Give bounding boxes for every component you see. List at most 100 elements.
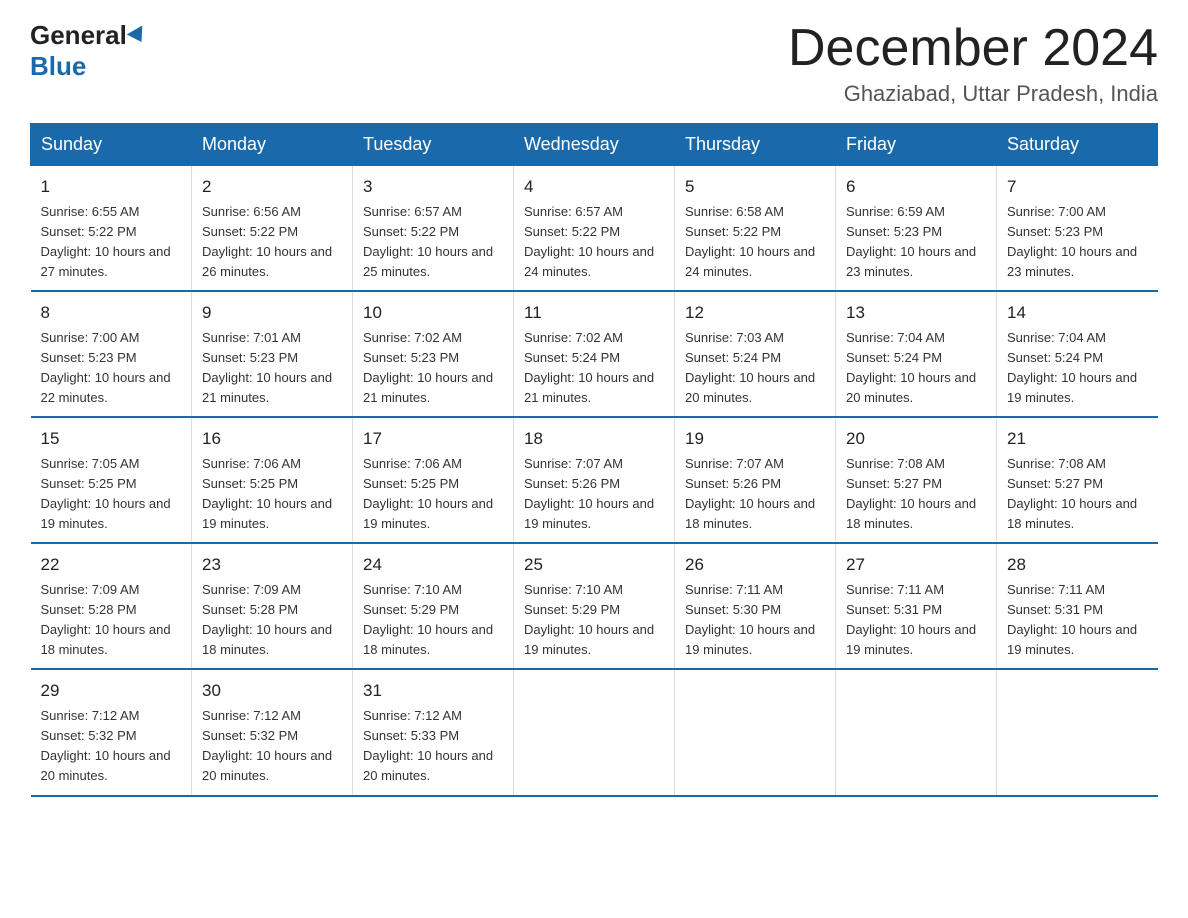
calendar-body: 1Sunrise: 6:55 AMSunset: 5:22 PMDaylight… <box>31 166 1158 796</box>
day-info: Sunrise: 6:56 AMSunset: 5:22 PMDaylight:… <box>202 204 332 279</box>
day-info: Sunrise: 7:10 AMSunset: 5:29 PMDaylight:… <box>524 582 654 657</box>
day-info: Sunrise: 6:59 AMSunset: 5:23 PMDaylight:… <box>846 204 976 279</box>
day-info: Sunrise: 6:57 AMSunset: 5:22 PMDaylight:… <box>524 204 654 279</box>
day-info: Sunrise: 7:12 AMSunset: 5:32 PMDaylight:… <box>41 708 171 783</box>
day-info: Sunrise: 7:08 AMSunset: 5:27 PMDaylight:… <box>1007 456 1137 531</box>
calendar-cell: 20 Sunrise: 7:08 AMSunset: 5:27 PMDayligh… <box>836 417 997 543</box>
day-number: 8 <box>41 300 182 326</box>
day-number: 13 <box>846 300 986 326</box>
calendar-cell: 24 Sunrise: 7:10 AMSunset: 5:29 PMDayligh… <box>353 543 514 669</box>
calendar-cell: 18Sunrise: 7:07 AMSunset: 5:26 PMDayligh… <box>514 417 675 543</box>
day-number: 27 <box>846 552 986 578</box>
day-info: Sunrise: 7:06 AMSunset: 5:25 PMDaylight:… <box>202 456 332 531</box>
day-info: Sunrise: 7:11 AMSunset: 5:30 PMDaylight:… <box>685 582 815 657</box>
week-row-4: 22 Sunrise: 7:09 AMSunset: 5:28 PMDayligh… <box>31 543 1158 669</box>
day-number: 16 <box>202 426 342 452</box>
week-row-3: 15 Sunrise: 7:05 AMSunset: 5:25 PMDayligh… <box>31 417 1158 543</box>
calendar-cell: 9 Sunrise: 7:01 AMSunset: 5:23 PMDaylight… <box>192 291 353 417</box>
calendar-cell: 25 Sunrise: 7:10 AMSunset: 5:29 PMDayligh… <box>514 543 675 669</box>
calendar-cell: 30 Sunrise: 7:12 AMSunset: 5:32 PMDayligh… <box>192 669 353 795</box>
day-number: 4 <box>524 174 664 200</box>
day-number: 9 <box>202 300 342 326</box>
day-number: 22 <box>41 552 182 578</box>
calendar-cell: 10 Sunrise: 7:02 AMSunset: 5:23 PMDayligh… <box>353 291 514 417</box>
calendar-cell: 27Sunrise: 7:11 AMSunset: 5:31 PMDayligh… <box>836 543 997 669</box>
day-number: 10 <box>363 300 503 326</box>
calendar-cell: 7Sunrise: 7:00 AMSunset: 5:23 PMDaylight… <box>997 166 1158 292</box>
day-info: Sunrise: 7:11 AMSunset: 5:31 PMDaylight:… <box>1007 582 1137 657</box>
day-number: 24 <box>363 552 503 578</box>
day-number: 28 <box>1007 552 1148 578</box>
day-info: Sunrise: 7:12 AMSunset: 5:32 PMDaylight:… <box>202 708 332 783</box>
day-number: 19 <box>685 426 825 452</box>
logo-general: General <box>30 20 127 51</box>
day-info: Sunrise: 7:00 AMSunset: 5:23 PMDaylight:… <box>41 330 171 405</box>
calendar-cell <box>514 669 675 795</box>
day-number: 23 <box>202 552 342 578</box>
calendar-cell: 11Sunrise: 7:02 AMSunset: 5:24 PMDayligh… <box>514 291 675 417</box>
logo-blue: Blue <box>30 51 86 82</box>
day-number: 30 <box>202 678 342 704</box>
calendar-cell: 13 Sunrise: 7:04 AMSunset: 5:24 PMDayligh… <box>836 291 997 417</box>
location-subtitle: Ghaziabad, Uttar Pradesh, India <box>788 81 1158 107</box>
day-info: Sunrise: 7:00 AMSunset: 5:23 PMDaylight:… <box>1007 204 1137 279</box>
calendar-cell: 23 Sunrise: 7:09 AMSunset: 5:28 PMDayligh… <box>192 543 353 669</box>
day-info: Sunrise: 7:12 AMSunset: 5:33 PMDaylight:… <box>363 708 493 783</box>
calendar-cell <box>836 669 997 795</box>
logo-triangle-icon <box>127 25 150 46</box>
day-info: Sunrise: 7:10 AMSunset: 5:29 PMDaylight:… <box>363 582 493 657</box>
calendar-cell: 21 Sunrise: 7:08 AMSunset: 5:27 PMDayligh… <box>997 417 1158 543</box>
day-info: Sunrise: 7:02 AMSunset: 5:23 PMDaylight:… <box>363 330 493 405</box>
month-title: December 2024 <box>788 20 1158 77</box>
day-info: Sunrise: 7:09 AMSunset: 5:28 PMDaylight:… <box>41 582 171 657</box>
day-number: 3 <box>363 174 503 200</box>
day-info: Sunrise: 7:01 AMSunset: 5:23 PMDaylight:… <box>202 330 332 405</box>
calendar-cell <box>675 669 836 795</box>
day-info: Sunrise: 7:05 AMSunset: 5:25 PMDaylight:… <box>41 456 171 531</box>
calendar-cell: 31 Sunrise: 7:12 AMSunset: 5:33 PMDayligh… <box>353 669 514 795</box>
day-info: Sunrise: 7:06 AMSunset: 5:25 PMDaylight:… <box>363 456 493 531</box>
day-number: 11 <box>524 300 664 326</box>
header-day-sunday: Sunday <box>31 124 192 166</box>
day-info: Sunrise: 7:08 AMSunset: 5:27 PMDaylight:… <box>846 456 976 531</box>
day-number: 29 <box>41 678 182 704</box>
week-row-5: 29 Sunrise: 7:12 AMSunset: 5:32 PMDayligh… <box>31 669 1158 795</box>
day-info: Sunrise: 7:07 AMSunset: 5:26 PMDaylight:… <box>524 456 654 531</box>
calendar-cell: 1Sunrise: 6:55 AMSunset: 5:22 PMDaylight… <box>31 166 192 292</box>
title-area: December 2024 Ghaziabad, Uttar Pradesh, … <box>788 20 1158 107</box>
calendar-cell: 16 Sunrise: 7:06 AMSunset: 5:25 PMDayligh… <box>192 417 353 543</box>
header-day-friday: Friday <box>836 124 997 166</box>
day-number: 25 <box>524 552 664 578</box>
page-header: General Blue December 2024 Ghaziabad, Ut… <box>30 20 1158 107</box>
calendar-cell: 29 Sunrise: 7:12 AMSunset: 5:32 PMDayligh… <box>31 669 192 795</box>
logo-mark: General <box>30 20 147 51</box>
header-row: SundayMondayTuesdayWednesdayThursdayFrid… <box>31 124 1158 166</box>
day-info: Sunrise: 6:57 AMSunset: 5:22 PMDaylight:… <box>363 204 493 279</box>
day-info: Sunrise: 7:04 AMSunset: 5:24 PMDaylight:… <box>1007 330 1137 405</box>
calendar-cell: 8 Sunrise: 7:00 AMSunset: 5:23 PMDaylight… <box>31 291 192 417</box>
calendar-table: SundayMondayTuesdayWednesdayThursdayFrid… <box>30 123 1158 796</box>
day-info: Sunrise: 7:04 AMSunset: 5:24 PMDaylight:… <box>846 330 976 405</box>
calendar-cell: 12Sunrise: 7:03 AMSunset: 5:24 PMDayligh… <box>675 291 836 417</box>
calendar-cell: 17Sunrise: 7:06 AMSunset: 5:25 PMDayligh… <box>353 417 514 543</box>
day-number: 20 <box>846 426 986 452</box>
calendar-cell: 5Sunrise: 6:58 AMSunset: 5:22 PMDaylight… <box>675 166 836 292</box>
day-number: 2 <box>202 174 342 200</box>
calendar-cell: 4 Sunrise: 6:57 AMSunset: 5:22 PMDaylight… <box>514 166 675 292</box>
day-info: Sunrise: 7:09 AMSunset: 5:28 PMDaylight:… <box>202 582 332 657</box>
day-number: 26 <box>685 552 825 578</box>
day-number: 21 <box>1007 426 1148 452</box>
calendar-cell: 6Sunrise: 6:59 AMSunset: 5:23 PMDaylight… <box>836 166 997 292</box>
header-day-saturday: Saturday <box>997 124 1158 166</box>
day-number: 1 <box>41 174 182 200</box>
header-day-tuesday: Tuesday <box>353 124 514 166</box>
week-row-2: 8 Sunrise: 7:00 AMSunset: 5:23 PMDaylight… <box>31 291 1158 417</box>
calendar-cell: 26 Sunrise: 7:11 AMSunset: 5:30 PMDayligh… <box>675 543 836 669</box>
day-number: 31 <box>363 678 503 704</box>
day-number: 15 <box>41 426 182 452</box>
week-row-1: 1Sunrise: 6:55 AMSunset: 5:22 PMDaylight… <box>31 166 1158 292</box>
header-day-thursday: Thursday <box>675 124 836 166</box>
calendar-cell <box>997 669 1158 795</box>
calendar-cell: 15 Sunrise: 7:05 AMSunset: 5:25 PMDayligh… <box>31 417 192 543</box>
header-day-monday: Monday <box>192 124 353 166</box>
